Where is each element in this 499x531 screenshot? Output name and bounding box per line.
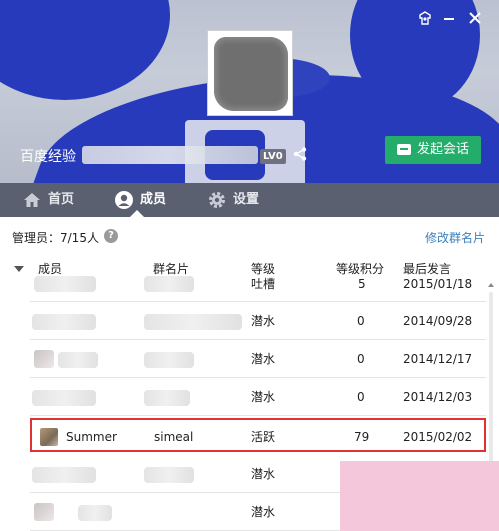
scroll-up-arrow[interactable] — [488, 283, 494, 287]
card-blurred — [144, 467, 194, 483]
table-row[interactable]: 潜水 0 2014/12/17 — [30, 340, 486, 378]
row-last-post: 2014/09/28 — [403, 314, 473, 328]
member-name-blurred — [32, 467, 96, 483]
group-name-blurred — [82, 146, 258, 164]
group-header: 百度经验 LV0 发起会话 — [0, 0, 499, 183]
row-points: 5 — [358, 277, 366, 291]
table-row[interactable]: 潜水 0 2014/09/28 — [30, 302, 486, 340]
row-points: 0 — [357, 352, 365, 366]
member-name-blurred — [32, 314, 96, 330]
tab-settings-label: 设置 — [233, 192, 260, 207]
minimize-icon[interactable] — [440, 10, 458, 28]
card-blurred — [144, 314, 242, 330]
tab-members[interactable]: 成员 — [114, 183, 174, 217]
row-level: 潜水 — [251, 390, 276, 404]
row-points: 0 — [357, 314, 365, 328]
row-level: 潜水 — [251, 352, 276, 366]
share-icon[interactable] — [292, 146, 308, 165]
row-card: simeal — [154, 430, 194, 444]
start-chat-button[interactable]: 发起会话 — [385, 136, 481, 164]
watermark — [340, 461, 499, 531]
tab-settings[interactable]: 设置 — [207, 183, 267, 217]
row-level: 潜水 — [251, 505, 276, 519]
row-member: Summer — [66, 430, 117, 444]
avatar — [40, 428, 58, 446]
member-name-blurred — [78, 505, 112, 521]
row-level: 潜水 — [251, 314, 276, 328]
start-chat-label: 发起会话 — [417, 142, 470, 157]
card-blurred — [144, 276, 194, 292]
avatar — [34, 503, 54, 521]
group-name: 百度经验 — [20, 149, 76, 165]
card-blurred — [144, 390, 190, 406]
avatar-image-blurred — [214, 37, 288, 111]
member-name-blurred — [58, 352, 98, 368]
member-name-blurred — [34, 276, 96, 292]
tab-home-label: 首页 — [48, 192, 75, 207]
member-name-blurred — [32, 390, 96, 406]
row-points: 79 — [354, 430, 370, 444]
user-icon — [114, 190, 134, 210]
card-blurred — [144, 352, 194, 368]
watermark-background — [340, 461, 499, 531]
table-row[interactable]: 潜水 0 2014/12/03 — [30, 378, 486, 416]
help-icon[interactable]: ? — [104, 229, 118, 243]
row-points: 0 — [357, 390, 365, 404]
home-icon — [22, 190, 42, 210]
row-last-post: 2014/12/17 — [403, 352, 473, 366]
skin-icon[interactable] — [416, 10, 434, 28]
close-icon[interactable] — [466, 10, 484, 28]
table-row[interactable]: 5 2015/01/18 — [30, 272, 486, 302]
row-last-post: 2015/01/18 — [403, 277, 473, 291]
row-level: 活跃 — [251, 430, 276, 444]
admin-count: 管理员：7/15人 — [12, 231, 99, 245]
edit-group-card-link[interactable]: 修改群名片 — [425, 229, 485, 246]
row-last-post: 2015/02/02 — [403, 430, 473, 444]
tab-bar: 首页 成员 设置 — [0, 183, 499, 217]
table-row-highlighted[interactable]: Summer simeal 活跃 79 2015/02/02 — [30, 418, 486, 452]
gear-icon — [207, 190, 227, 210]
chat-icon — [397, 144, 411, 155]
level-badge: LV0 — [260, 149, 286, 164]
row-level: 潜水 — [251, 467, 276, 481]
tab-home[interactable]: 首页 — [22, 183, 82, 217]
avatar — [34, 350, 54, 368]
row-last-post: 2014/12/03 — [403, 390, 473, 404]
group-avatar[interactable] — [207, 30, 293, 116]
active-tab-caret — [130, 210, 144, 217]
